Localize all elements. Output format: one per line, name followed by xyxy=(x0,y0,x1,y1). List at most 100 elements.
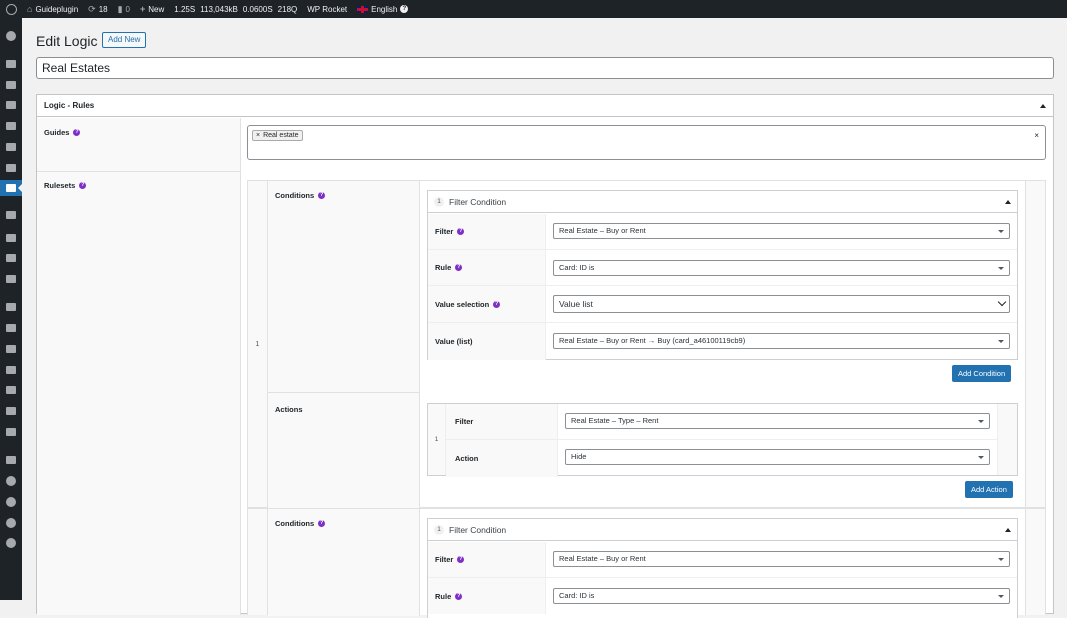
filter-condition-block: 1 Filter Condition Filter? Real Estate –… xyxy=(427,518,1018,618)
d-icon[interactable] xyxy=(5,518,17,528)
new-content-link[interactable]: + New xyxy=(135,0,169,18)
condition-filter-select[interactable]: Real Estate – Buy or Rent xyxy=(553,223,1010,239)
main-content: Edit Logic Add New Real Estates Logic - … xyxy=(22,18,1067,618)
rulesets-label: Rulesets ? xyxy=(44,181,87,190)
dropdown-arrow-icon xyxy=(998,267,1004,270)
help-icon[interactable]: ? xyxy=(318,520,326,527)
logic-rules-metabox: Logic - Rules Guides ? × Real estate × R… xyxy=(36,94,1054,618)
guides-label: Guides ? xyxy=(44,128,81,137)
pin-icon[interactable] xyxy=(5,142,17,152)
help-icon: ? xyxy=(400,5,409,13)
site-name-link[interactable]: ⌂ Guideplugin xyxy=(22,0,83,18)
updates-link[interactable]: ⟳ 18 xyxy=(83,0,112,18)
help-icon[interactable]: ? xyxy=(455,264,463,271)
help-icon[interactable]: ? xyxy=(457,556,465,563)
add-new-button[interactable]: Add New xyxy=(102,32,147,48)
action-action-row: Action Hide xyxy=(446,440,997,477)
pin-icon[interactable] xyxy=(5,163,17,173)
action-index: 1 xyxy=(428,404,446,475)
dashboard-icon[interactable] xyxy=(5,31,17,41)
ruleset-index xyxy=(248,509,268,615)
chart-icon[interactable] xyxy=(5,253,17,263)
action-side-strip xyxy=(997,404,1017,475)
comments-icon[interactable] xyxy=(5,121,17,131)
guide-tag: × Real estate xyxy=(252,130,303,141)
media-icon[interactable] xyxy=(5,80,17,90)
wp-rocket-link[interactable]: WP Rocket xyxy=(302,0,352,18)
metabox-title: Logic - Rules xyxy=(44,101,95,110)
conditions-label: Conditions ? xyxy=(275,191,326,200)
comments-link[interactable]: ▮ 0 xyxy=(113,0,135,18)
filter-condition-header[interactable]: 1 Filter Condition xyxy=(428,519,1017,541)
play-icon[interactable] xyxy=(5,538,17,548)
condition-number: 1 xyxy=(434,524,444,535)
action-block: 1 Filter Real Estate – Type – Rent Actio… xyxy=(427,403,1018,477)
seo-icon[interactable] xyxy=(5,497,17,507)
help-icon[interactable]: ? xyxy=(457,228,465,235)
logic-icon[interactable] xyxy=(0,180,22,196)
ruleset-index: 1 xyxy=(248,181,268,507)
chevron-down-icon xyxy=(997,297,1007,307)
help-icon[interactable]: ? xyxy=(493,300,501,308)
tools-icon[interactable] xyxy=(5,365,17,375)
ruleset-1: 1 Conditions ? 1 Filter Condition Filter… xyxy=(247,180,1046,509)
help-icon[interactable]: ? xyxy=(318,192,326,199)
clear-icon[interactable]: × xyxy=(1034,131,1039,140)
collapse-icon[interactable] xyxy=(1005,527,1011,532)
box-icon[interactable] xyxy=(5,233,17,243)
ruleset-side-strip xyxy=(1025,181,1045,507)
dropdown-arrow-icon xyxy=(978,420,984,423)
rocket-icon[interactable] xyxy=(5,476,17,486)
guides-label-cell xyxy=(37,118,241,172)
forms-icon[interactable] xyxy=(5,210,17,220)
action-action-label: Action xyxy=(446,440,558,477)
users-icon[interactable] xyxy=(5,344,17,354)
condition-rule-select[interactable]: Card: ID is xyxy=(553,260,1010,276)
admin-bar: ⌂ Guideplugin ⟳ 18 ▮ 0 + New 1.25S 113,043kB… xyxy=(0,0,1067,18)
help-icon[interactable]: ? xyxy=(455,592,463,600)
condition-number: 1 xyxy=(434,196,444,207)
help-icon[interactable]: ? xyxy=(79,182,87,189)
megaphone-icon[interactable] xyxy=(5,274,17,284)
help-icon[interactable]: ? xyxy=(73,129,81,136)
condition-filter-select[interactable]: Real Estate – Buy or Rent xyxy=(553,551,1010,567)
value-selection-select[interactable]: Value list xyxy=(553,295,1010,313)
conditions-label: Conditions ? xyxy=(275,519,326,528)
add-condition-button[interactable]: Add Condition xyxy=(952,365,1012,382)
rulesets-label-cell xyxy=(37,172,241,615)
condition-rule-select[interactable]: Card: ID is xyxy=(553,588,1010,604)
posts-pin-icon[interactable] xyxy=(5,59,17,69)
action-filter-select[interactable]: Real Estate – Type – Rent xyxy=(565,413,990,429)
add-action-button[interactable]: Add Action xyxy=(965,481,1013,498)
mail-icon[interactable] xyxy=(5,427,17,437)
action-filter-row: Filter Real Estate – Type – Rent xyxy=(446,404,997,440)
filter-condition-block: 1 Filter Condition Filter? Real Estate –… xyxy=(427,190,1018,360)
grid-icon[interactable] xyxy=(5,455,17,465)
settings-icon[interactable] xyxy=(5,385,17,395)
table-icon[interactable] xyxy=(5,406,17,416)
condition-value-list-row: Value (list) Real Estate – Buy or Rent →… xyxy=(428,323,1017,360)
query-monitor-stats[interactable]: 1.25S 113,043kB 0.0600S 218Q xyxy=(169,0,302,18)
actions-label: Actions xyxy=(275,405,303,414)
action-action-select[interactable]: Hide xyxy=(565,449,990,465)
language-switcher[interactable]: English? xyxy=(352,0,413,18)
condition-rule-row: Rule? Card: ID is xyxy=(428,250,1017,286)
filter-condition-header[interactable]: 1 Filter Condition xyxy=(428,191,1017,213)
condition-title: Filter Condition xyxy=(449,524,507,535)
post-title-input[interactable]: Real Estates xyxy=(36,57,1054,79)
collapse-icon[interactable] xyxy=(1040,103,1046,108)
dropdown-arrow-icon xyxy=(998,230,1004,233)
collapse-icon[interactable] xyxy=(1005,199,1011,204)
pages-icon[interactable] xyxy=(5,100,17,110)
remove-tag-icon[interactable]: × xyxy=(256,131,260,140)
condition-value-selection-row: Value selection? Value list xyxy=(428,286,1017,323)
value-list-select[interactable]: Real Estate – Buy or Rent → Buy (card_a4… xyxy=(553,333,1010,349)
plugins-icon[interactable] xyxy=(5,323,17,333)
brush-icon[interactable] xyxy=(5,302,17,312)
metabox-header[interactable]: Logic - Rules xyxy=(37,95,1053,117)
wordpress-logo-icon[interactable] xyxy=(0,0,22,18)
dropdown-arrow-icon xyxy=(998,558,1004,561)
guides-select[interactable]: × Real estate × xyxy=(247,125,1046,160)
action-filter-label: Filter xyxy=(446,404,558,439)
comment-icon: ▮ xyxy=(117,3,123,14)
